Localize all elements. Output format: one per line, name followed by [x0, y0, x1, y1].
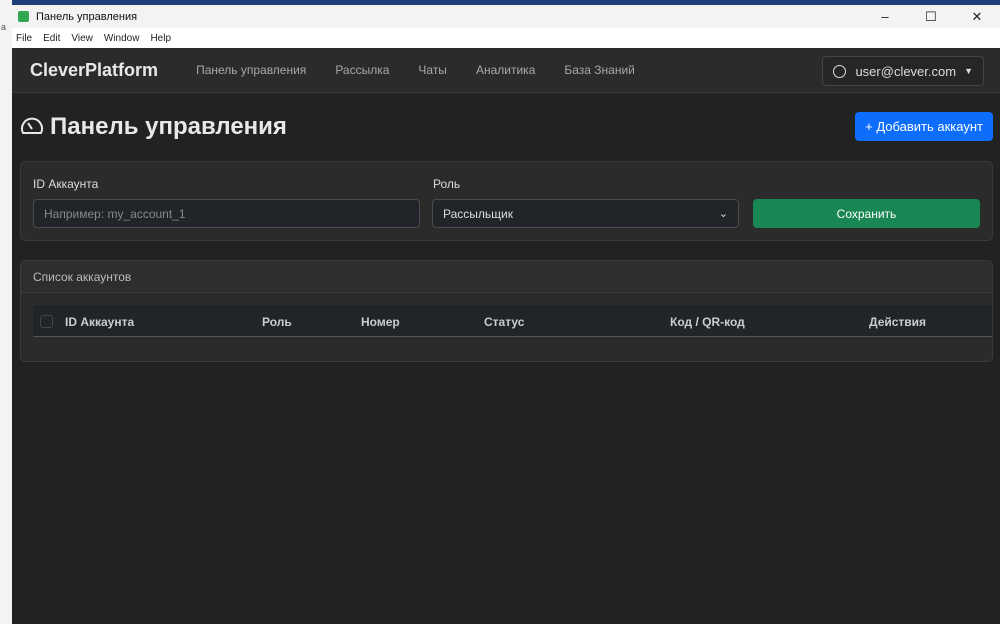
account-form-card: ID Аккаунта Например: my_account_1 Роль … — [20, 161, 993, 241]
accounts-title: Список аккаунтов — [21, 261, 992, 293]
col-id[interactable]: ID Аккаунта — [65, 315, 134, 329]
select-all-checkbox[interactable] — [40, 315, 53, 328]
col-actions[interactable]: Действия — [869, 315, 926, 329]
brand[interactable]: CleverPlatform — [30, 60, 158, 81]
account-id-input[interactable]: Например: my_account_1 — [33, 199, 420, 228]
col-code[interactable]: Код / QR-код — [670, 315, 745, 329]
menu-help[interactable]: Help — [150, 33, 171, 44]
menu-bar: File Edit View Window Help — [12, 28, 1000, 48]
role-value: Рассыльщик — [443, 206, 513, 221]
nav-knowledge-base[interactable]: База Знаний — [564, 63, 635, 77]
nav-dashboard[interactable]: Панель управления — [196, 63, 306, 77]
accounts-card: Список аккаунтов ID Аккаунта Роль Номер … — [20, 260, 993, 362]
col-number[interactable]: Номер — [361, 315, 400, 329]
col-status[interactable]: Статус — [484, 315, 524, 329]
caret-down-icon: ▼ — [964, 66, 973, 76]
menu-view[interactable]: View — [71, 33, 93, 44]
nav-chats[interactable]: Чаты — [418, 63, 447, 77]
add-account-button[interactable]: + Добавить аккаунт — [855, 112, 993, 141]
nav-analytics[interactable]: Аналитика — [476, 63, 535, 77]
close-button[interactable]: ✕ — [954, 9, 1000, 25]
menu-file[interactable]: File — [16, 33, 32, 44]
role-select[interactable]: Рассыльщик ⌄ — [432, 199, 739, 228]
menu-edit[interactable]: Edit — [43, 33, 60, 44]
chevron-down-icon: ⌄ — [718, 208, 728, 220]
minimize-button[interactable]: – — [862, 9, 908, 24]
page-title: Панель управления — [50, 113, 287, 140]
app-icon — [18, 11, 29, 22]
window-title: Панель управления — [36, 10, 138, 23]
col-role[interactable]: Роль — [262, 315, 292, 329]
user-menu-button[interactable]: user@clever.com ▼ — [822, 56, 984, 86]
save-button[interactable]: Сохранить — [753, 199, 980, 228]
role-label: Роль — [433, 177, 461, 191]
speedometer-icon — [21, 117, 43, 134]
desktop-background: а — [0, 0, 12, 624]
maximize-button[interactable]: ☐ — [908, 9, 954, 25]
title-bar: Панель управления – ☐ ✕ — [12, 5, 1000, 28]
user-email: user@clever.com — [855, 63, 957, 79]
menu-window[interactable]: Window — [104, 33, 140, 44]
app-window: Панель управления – ☐ ✕ File Edit View W… — [12, 5, 1000, 624]
nav-mailing[interactable]: Рассылка — [335, 63, 389, 77]
id-label: ID Аккаунта — [33, 177, 99, 191]
table-header: ID Аккаунта Роль Номер Статус Код / QR-к… — [33, 305, 992, 337]
page-heading: Панель управления — [20, 113, 287, 141]
user-circle-icon — [833, 64, 847, 78]
